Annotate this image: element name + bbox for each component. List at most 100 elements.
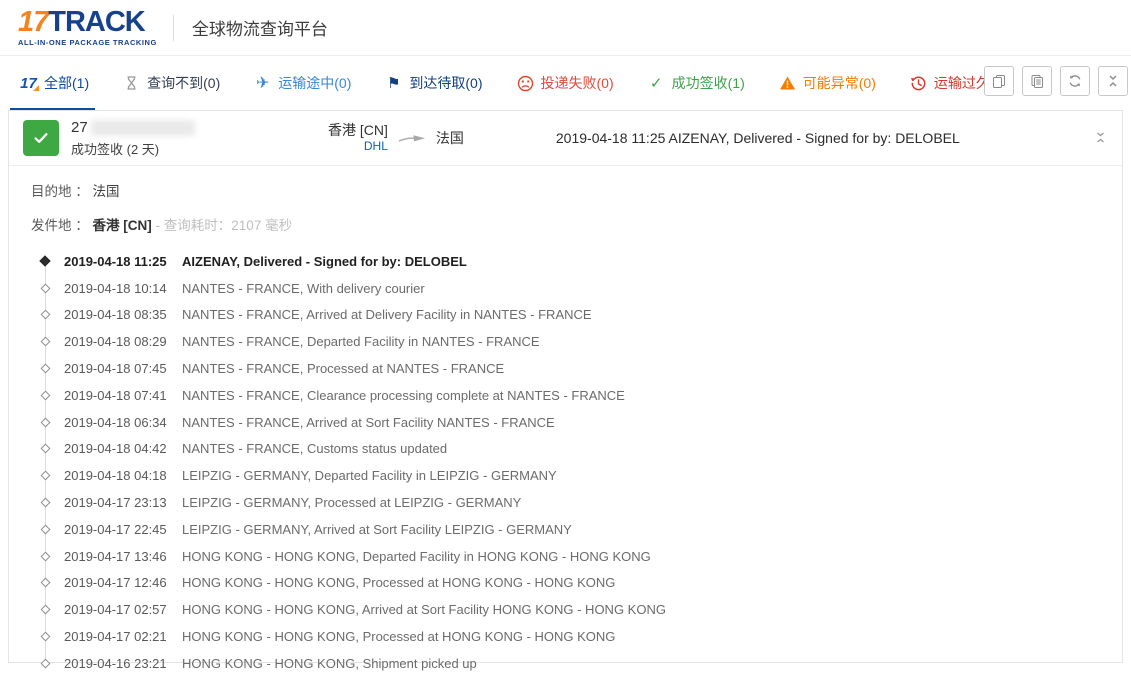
- timeline-diamond-icon: [39, 257, 51, 265]
- timeline-event-row: 2019-04-17 02:57 HONG KONG - HONG KONG, …: [9, 596, 1122, 623]
- delivered-status-icon: [23, 120, 59, 156]
- seventeen-track-logo[interactable]: 17TRACK ALL-IN-ONE PACKAGE TRACKING: [18, 8, 157, 47]
- header-divider: [173, 15, 174, 41]
- event-time: 2019-04-17 22:45: [64, 522, 176, 537]
- tab-all[interactable]: 17 全部(1): [20, 56, 89, 110]
- timeline-event-row: 2019-04-18 04:42 NANTES - FRANCE, Custom…: [9, 436, 1122, 463]
- tracking-number-redacted: [91, 120, 195, 136]
- timeline-event-row: 2019-04-18 07:41 NANTES - FRANCE, Cleara…: [9, 382, 1122, 409]
- timeline-diamond-icon: [39, 472, 51, 479]
- collapse-all-button[interactable]: [1098, 66, 1128, 96]
- checkmark-icon: ✓: [648, 75, 665, 92]
- event-time: 2019-04-18 06:34: [64, 415, 176, 430]
- copy-content-icon: [1029, 73, 1045, 89]
- event-description: LEIPZIG - GERMANY, Processed at LEIPZIG …: [182, 495, 521, 510]
- timeline-event-row: 2019-04-17 23:13 LEIPZIG - GERMANY, Proc…: [9, 489, 1122, 516]
- timeline-event-row: 2019-04-18 06:34 NANTES - FRANCE, Arrive…: [9, 409, 1122, 436]
- origin-label: 发件地 ：: [31, 218, 89, 233]
- tracking-result-card: 27 成功签收 (2 天) 香港 [CN] DHL 法国 2019-04-18 …: [8, 110, 1123, 663]
- event-time: 2019-04-18 04:42: [64, 441, 176, 456]
- timeline-event-row: 2019-04-18 08:35 NANTES - FRANCE, Arrive…: [9, 302, 1122, 329]
- timeline-event-row: 2019-04-16 23:21 HONG KONG - HONG KONG, …: [9, 650, 1122, 677]
- event-time: 2019-04-18 07:41: [64, 388, 176, 403]
- tracking-card-header[interactable]: 27 成功签收 (2 天) 香港 [CN] DHL 法国 2019-04-18 …: [9, 111, 1122, 166]
- timeline-event-row: 2019-04-18 08:29 NANTES - FRANCE, Depart…: [9, 328, 1122, 355]
- timeline-diamond-icon: [39, 419, 51, 426]
- latest-event-text: 2019-04-18 11:25 AIZENAY, Delivered - Si…: [556, 130, 960, 146]
- tab-all-label: 全部(1): [44, 73, 89, 93]
- event-time: 2019-04-17 02:21: [64, 629, 176, 644]
- timeline-diamond-icon: [39, 660, 51, 667]
- clock-history-icon: [910, 75, 927, 92]
- copy-button[interactable]: [984, 66, 1014, 96]
- tracking-number[interactable]: 27: [71, 119, 276, 137]
- refresh-icon: [1067, 73, 1083, 89]
- logo-17-text: 17: [18, 6, 48, 38]
- event-time: 2019-04-17 13:46: [64, 549, 176, 564]
- event-description: LEIPZIG - GERMANY, Arrived at Sort Facil…: [182, 522, 572, 537]
- card-collapse-icon[interactable]: [1095, 131, 1106, 144]
- destination-country: 法国: [436, 128, 464, 148]
- route-origin: 香港 [CN] DHL: [328, 122, 388, 155]
- logo-wordmark: 17TRACK: [18, 8, 157, 37]
- timeline-diamond-icon: [39, 553, 51, 560]
- event-description: HONG KONG - HONG KONG, Arrived at Sort F…: [182, 602, 666, 617]
- event-description: HONG KONG - HONG KONG, Shipment picked u…: [182, 656, 477, 671]
- timeline-diamond-icon: [39, 633, 51, 640]
- destination-value: 法国: [93, 184, 120, 199]
- origin-country: 香港 [CN]: [328, 122, 388, 140]
- timeline-diamond-icon: [39, 445, 51, 452]
- tab-alert[interactable]: 可能异常(0): [779, 56, 876, 110]
- query-time: - 查询耗时：2107 毫秒: [156, 218, 293, 233]
- results-toolbar: [984, 66, 1128, 96]
- timeline-event-row: 2019-04-17 12:46 HONG KONG - HONG KONG, …: [9, 570, 1122, 597]
- shipment-details: 目的地 ： 法国 发件地 ： 香港 [CN] - 查询耗时：2107 毫秒: [9, 166, 1122, 234]
- logo-track-text: TRACK: [48, 6, 145, 38]
- destination-label: 目的地 ：: [31, 184, 89, 199]
- timeline-event-row: 2019-04-17 13:46 HONG KONG - HONG KONG, …: [9, 543, 1122, 570]
- tab-in-transit-label: 运输途中(0): [278, 73, 351, 93]
- timeline-diamond-icon: [39, 499, 51, 506]
- seventeen-logo-icon: 17: [20, 75, 37, 92]
- event-description: NANTES - FRANCE, Arrived at Sort Facilit…: [182, 415, 555, 430]
- origin-value: 香港 [CN]: [93, 218, 152, 233]
- event-description: NANTES - FRANCE, Processed at NANTES - F…: [182, 361, 504, 376]
- tab-delivered-label: 成功签收(1): [672, 73, 745, 93]
- timeline-event-row: 2019-04-18 11:25 AIZENAY, Delivered - Si…: [9, 248, 1122, 275]
- logo-tagline: ALL-IN-ONE PACKAGE TRACKING: [18, 39, 157, 47]
- tab-delivery-failed[interactable]: 投递失败(0): [517, 56, 614, 110]
- refresh-button[interactable]: [1060, 66, 1090, 96]
- status-tabbar: 17 全部(1) 查询不到(0) ✈ 运输途中(0) ⚑ 到达待取(0) 投递失…: [0, 56, 1131, 110]
- event-time: 2019-04-17 23:13: [64, 495, 176, 510]
- frown-face-icon: [517, 75, 534, 92]
- event-time: 2019-04-18 08:35: [64, 307, 176, 322]
- event-time: 2019-04-18 11:25: [64, 254, 176, 269]
- timeline-event-row: 2019-04-17 22:45 LEIPZIG - GERMANY, Arri…: [9, 516, 1122, 543]
- tab-delivery-failed-label: 投递失败(0): [541, 73, 614, 93]
- copy-content-button[interactable]: [1022, 66, 1052, 96]
- route-block: 香港 [CN] DHL 法国: [328, 122, 464, 155]
- event-description: HONG KONG - HONG KONG, Processed at HONG…: [182, 575, 615, 590]
- event-description: NANTES - FRANCE, Clearance processing co…: [182, 388, 625, 403]
- event-description: LEIPZIG - GERMANY, Departed Facility in …: [182, 468, 557, 483]
- airplane-icon: ✈: [254, 75, 271, 92]
- timeline-diamond-icon: [39, 311, 51, 318]
- timeline-diamond-icon: [39, 579, 51, 586]
- delivery-summary: 成功签收 (2 天): [71, 139, 276, 158]
- hourglass-icon: [123, 75, 140, 92]
- copy-icon: [991, 73, 1007, 89]
- timeline-diamond-icon: [39, 526, 51, 533]
- tab-pickup[interactable]: ⚑ 到达待取(0): [385, 56, 482, 110]
- origin-row: 发件地 ： 香港 [CN] - 查询耗时：2107 毫秒: [31, 214, 1122, 234]
- tab-alert-label: 可能异常(0): [803, 73, 876, 93]
- tab-delivered[interactable]: ✓ 成功签收(1): [648, 56, 745, 110]
- carrier-link[interactable]: DHL: [328, 139, 388, 154]
- timeline-event-row: 2019-04-18 07:45 NANTES - FRANCE, Proces…: [9, 355, 1122, 382]
- tab-in-transit[interactable]: ✈ 运输途中(0): [254, 56, 351, 110]
- package-id-block: 27 成功签收 (2 天): [71, 119, 276, 158]
- collapse-all-icon: [1106, 73, 1120, 89]
- timeline-diamond-icon: [39, 285, 51, 292]
- timeline-event-row: 2019-04-18 04:18 LEIPZIG - GERMANY, Depa…: [9, 462, 1122, 489]
- tab-not-found[interactable]: 查询不到(0): [123, 56, 220, 110]
- event-time: 2019-04-17 12:46: [64, 575, 176, 590]
